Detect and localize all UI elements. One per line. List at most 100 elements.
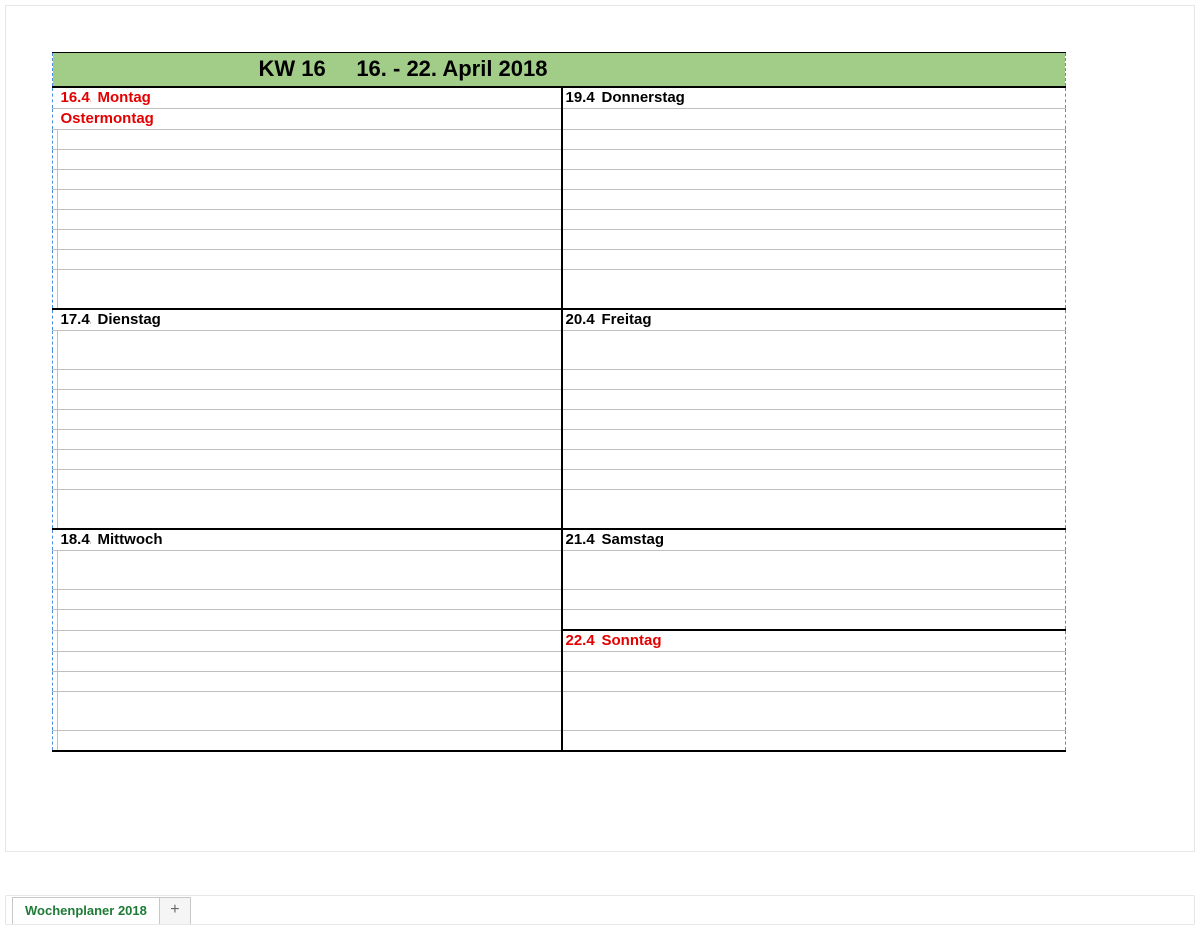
planner-cell[interactable] <box>562 130 595 150</box>
planner-cell[interactable] <box>562 590 595 610</box>
planner-cell[interactable] <box>58 210 562 230</box>
planner-cell[interactable] <box>595 289 1066 309</box>
planner-cell[interactable] <box>58 570 562 590</box>
day-sun[interactable]: Sonntag <box>595 630 1066 652</box>
planner-cell[interactable] <box>58 230 562 250</box>
planner-cell[interactable] <box>58 390 562 410</box>
planner-cell[interactable] <box>562 270 595 290</box>
planner-cell[interactable] <box>595 430 1066 450</box>
planner-cell[interactable] <box>562 331 595 351</box>
planner-cell[interactable] <box>595 370 1066 390</box>
planner-cell[interactable] <box>562 731 595 752</box>
planner-cell[interactable] <box>562 672 595 692</box>
planner-cell[interactable] <box>58 170 562 190</box>
planner-cell[interactable] <box>58 410 562 430</box>
planner-cell[interactable] <box>562 210 595 230</box>
day-tue[interactable]: Dienstag <box>91 309 562 331</box>
planner-cell[interactable] <box>58 630 562 652</box>
planner-cell[interactable] <box>58 250 562 270</box>
planner-cell[interactable] <box>58 450 562 470</box>
planner-cell[interactable] <box>58 150 562 170</box>
planner-cell[interactable] <box>595 270 1066 290</box>
planner-cell[interactable] <box>595 250 1066 270</box>
date-wed[interactable]: 18.4. <box>58 529 91 551</box>
planner-cell[interactable] <box>58 350 562 370</box>
planner-cell[interactable] <box>562 350 595 370</box>
planner-cell[interactable] <box>58 470 562 490</box>
planner-cell[interactable] <box>595 692 1066 712</box>
date-sat[interactable]: 21.4. <box>562 529 595 551</box>
planner-cell[interactable] <box>595 652 1066 672</box>
planner-cell[interactable] <box>562 551 595 571</box>
planner-cell[interactable] <box>562 711 595 731</box>
planner-cell[interactable] <box>58 289 562 309</box>
planner-cell[interactable] <box>58 331 562 351</box>
planner-cell[interactable] <box>595 711 1066 731</box>
day-mon[interactable]: Montag <box>91 87 562 109</box>
planner-cell[interactable] <box>58 551 562 571</box>
planner-cell[interactable] <box>595 210 1066 230</box>
planner-cell[interactable] <box>562 652 595 672</box>
planner-cell[interactable] <box>562 250 595 270</box>
planner-cell[interactable] <box>595 731 1066 752</box>
day-thu[interactable]: Donnerstag <box>595 87 1066 109</box>
planner-cell[interactable] <box>595 130 1066 150</box>
planner-cell[interactable] <box>562 170 595 190</box>
date-thu[interactable]: 19.4. <box>562 87 595 109</box>
planner-cell[interactable] <box>562 190 595 210</box>
planner-cell[interactable] <box>58 509 562 529</box>
note-mon[interactable]: Ostermontag <box>58 109 562 130</box>
planner-cell[interactable] <box>562 692 595 712</box>
planner-cell[interactable] <box>562 610 595 631</box>
planner-cell[interactable] <box>595 390 1066 410</box>
date-fri[interactable]: 20.4. <box>562 309 595 331</box>
planner-cell[interactable] <box>595 672 1066 692</box>
planner-cell[interactable] <box>595 331 1066 351</box>
planner-cell[interactable] <box>58 692 562 712</box>
planner-cell[interactable] <box>58 490 562 510</box>
planner-cell[interactable] <box>58 711 562 731</box>
planner-cell[interactable] <box>58 190 562 210</box>
date-sun[interactable]: 22.4. <box>562 630 595 652</box>
day-fri[interactable]: Freitag <box>595 309 1066 331</box>
planner-cell[interactable] <box>58 270 562 290</box>
planner-cell[interactable] <box>562 430 595 450</box>
planner-cell[interactable] <box>58 590 562 610</box>
sheet-tab-active[interactable]: Wochenplaner 2018 <box>12 897 160 924</box>
planner-cell[interactable] <box>58 370 562 390</box>
planner-cell[interactable] <box>562 230 595 250</box>
planner-cell[interactable] <box>562 470 595 490</box>
planner-cell[interactable] <box>595 350 1066 370</box>
planner-cell[interactable] <box>595 230 1066 250</box>
add-sheet-button[interactable]: + <box>160 897 191 924</box>
planner-cell[interactable] <box>58 731 562 752</box>
planner-cell[interactable] <box>595 551 1066 571</box>
planner-cell[interactable] <box>562 370 595 390</box>
day-sat[interactable]: Samstag <box>595 529 1066 551</box>
planner-cell[interactable] <box>595 190 1066 210</box>
planner-cell[interactable] <box>562 410 595 430</box>
planner-cell[interactable] <box>595 509 1066 529</box>
planner-cell[interactable] <box>58 430 562 450</box>
planner-cell[interactable] <box>595 450 1066 470</box>
planner-cell[interactable] <box>562 509 595 529</box>
planner-cell[interactable] <box>595 590 1066 610</box>
planner-cell[interactable] <box>58 610 562 631</box>
planner-cell[interactable] <box>595 490 1066 510</box>
date-mon[interactable]: 16.4. <box>58 87 91 109</box>
day-wed[interactable]: Mittwoch <box>91 529 562 551</box>
planner-cell[interactable] <box>562 150 595 170</box>
planner-cell[interactable] <box>595 150 1066 170</box>
planner-cell[interactable] <box>562 450 595 470</box>
planner-cell[interactable] <box>58 672 562 692</box>
planner-cell[interactable] <box>595 470 1066 490</box>
planner-cell[interactable] <box>562 490 595 510</box>
planner-cell[interactable] <box>58 652 562 672</box>
planner-grid[interactable]: KW 16 16. - 22. April 2018 16.4. Montag … <box>52 52 1066 752</box>
planner-cell[interactable] <box>595 410 1066 430</box>
planner-cell[interactable] <box>562 570 595 590</box>
planner-cell[interactable] <box>595 170 1066 190</box>
planner-cell[interactable] <box>562 289 595 309</box>
planner-cell[interactable] <box>595 570 1066 590</box>
date-tue[interactable]: 17.4. <box>58 309 91 331</box>
